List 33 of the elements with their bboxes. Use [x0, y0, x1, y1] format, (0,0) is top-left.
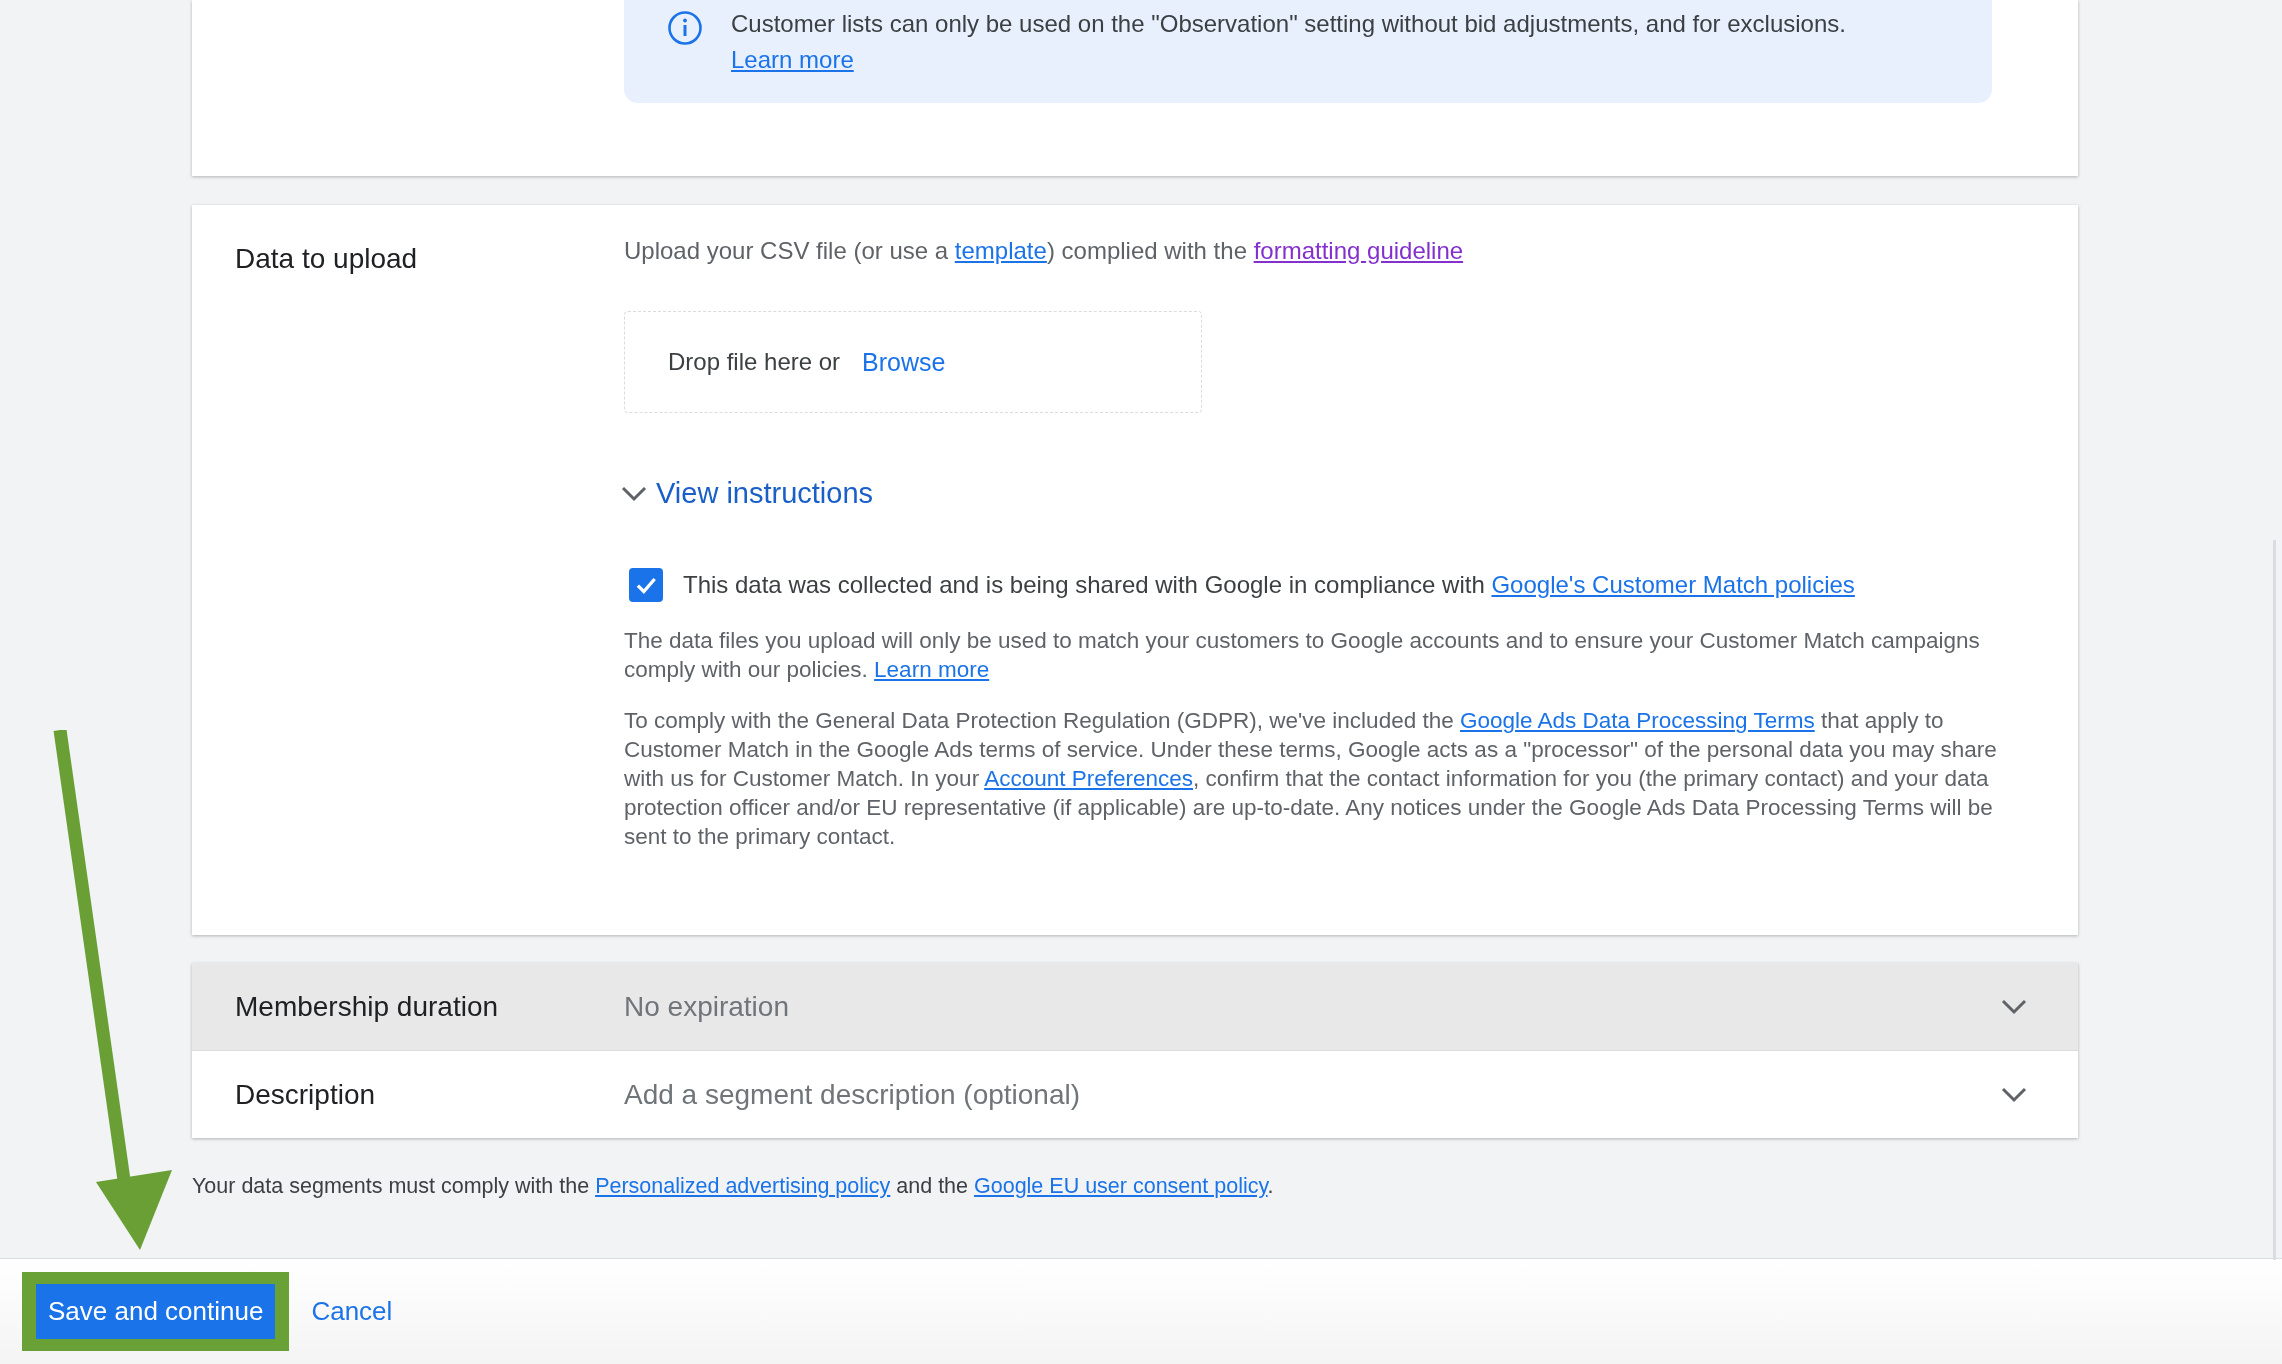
view-instructions-link[interactable]: View instructions [656, 477, 874, 510]
consent-label: This data was collected and is being shared with Google in compliance with Google's Customer Match policies [683, 571, 1855, 599]
section-label: Data to upload [235, 243, 419, 275]
browse-link[interactable]: Browse [862, 347, 946, 377]
consent-checkbox[interactable] [629, 568, 663, 602]
inline-link[interactable]: Google Ads Data Processing Terms [1459, 708, 1815, 733]
info-message: Customer lists can only be used on the "Observation" setting without bid adjustments, and for exclusions. [731, 9, 1846, 39]
inline-link[interactable]: template [954, 237, 1047, 264]
inline-link[interactable]: formatting guideline [1253, 237, 1464, 264]
policy-link[interactable]: Personalized advertising policy [595, 1174, 891, 1198]
learn-more-link[interactable]: Learn more [731, 46, 854, 73]
settings-row[interactable]: Description Add a segment description (optional) [192, 1051, 2078, 1138]
drop-hint: Drop file here or [668, 348, 841, 376]
row-label: Membership duration [234, 990, 500, 1023]
cancel-button[interactable]: Cancel [305, 1284, 399, 1339]
settings-row[interactable]: Membership duration No expiration [192, 963, 2078, 1051]
row-value: Add a segment description (optional) [624, 1078, 1082, 1111]
notice-paragraph: The data files you upload will only be used to match your customers to Google accounts and to ensure your Customer Match campaigns comply with our policies. Learn more [624, 627, 1981, 684]
chevron-icon[interactable] [620, 484, 648, 503]
policy-link[interactable]: Google EU user consent policy [974, 1174, 1268, 1198]
inline-link[interactable]: Learn more [874, 657, 990, 682]
upload-instruction: Upload your CSV file (or use a template) complied with the formatting guideline [624, 236, 1465, 266]
inline-link[interactable]: Account Preferences [984, 766, 1193, 791]
policy-link[interactable]: Google's Customer Match policies [1491, 571, 1855, 598]
row-label: Description [234, 1078, 377, 1111]
info-icon [667, 10, 703, 46]
save-button[interactable]: Save and continue [36, 1284, 276, 1339]
file-drop-zone[interactable]: Drop file here or Browse [624, 311, 1202, 413]
chevron-icon [2000, 1085, 2028, 1104]
notice-paragraph: To comply with the General Data Protection Regulation (GDPR), we've included the Google Ads Data Processing Terms that apply to Customer Match in the Google Ads terms of service. Under these terms, Google acts as a "processor" of the personal data you may share with us for Customer Match. In your Account Preferences, confirm that the contact information for you (the primary contact) and your data protection officer and/or EU representative (if applicable) are up-to-date. Any notices under the Google Ads Data Processing Terms will be sent to the primary contact. [624, 707, 1998, 851]
policy-note: Your data segments must comply with the Personalized advertising policy and the Google EU user consent policy. [192, 1174, 1275, 1199]
row-value: No expiration [624, 990, 790, 1023]
chevron-icon [2000, 997, 2028, 1016]
